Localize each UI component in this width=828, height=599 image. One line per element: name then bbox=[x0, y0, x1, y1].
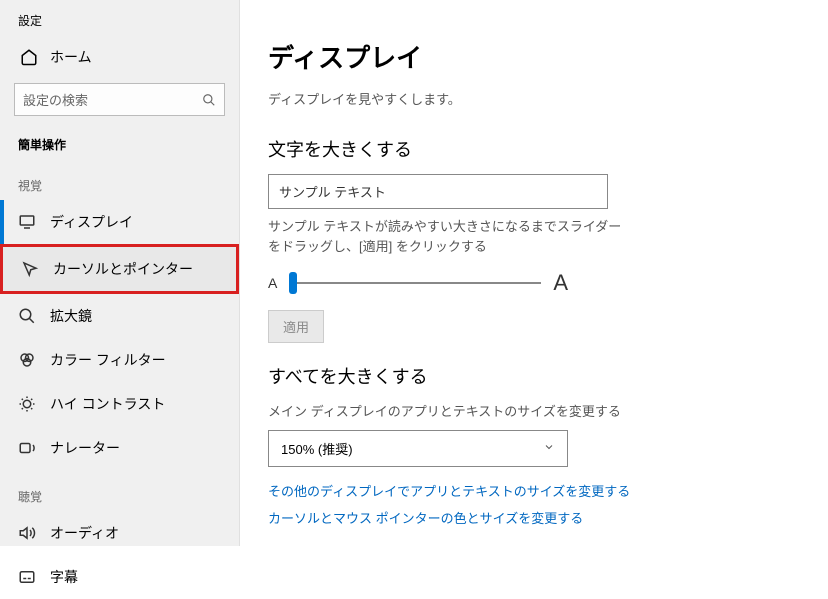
sidebar: 設定 ホーム 設定の検索 簡単操作 視覚 ディスプレイ カーソルとポインター 拡… bbox=[0, 0, 240, 546]
big-a-label: A bbox=[553, 270, 568, 296]
subtitles-icon bbox=[18, 568, 36, 586]
section-scale: すべてを大きくする bbox=[268, 363, 800, 389]
sidebar-item-label: ディスプレイ bbox=[50, 212, 133, 232]
slider-track[interactable] bbox=[289, 282, 541, 284]
scale-hint: メイン ディスプレイのアプリとテキストのサイズを変更する bbox=[268, 401, 800, 420]
sidebar-item-cursor[interactable]: カーソルとポインター bbox=[0, 244, 239, 294]
sidebar-item-label: ナレーター bbox=[50, 438, 120, 458]
sample-text-input[interactable]: サンプル テキスト bbox=[268, 174, 608, 209]
sidebar-item-label: ハイ コントラスト bbox=[50, 394, 165, 414]
page-title: ディスプレイ bbox=[268, 38, 800, 75]
colorfilter-icon bbox=[18, 351, 36, 369]
sidebar-item-label: 字幕 bbox=[50, 567, 78, 587]
group-audio: 聴覚 bbox=[0, 470, 239, 511]
page-desc: ディスプレイを見やすくします。 bbox=[268, 89, 800, 108]
sidebar-item-audio[interactable]: オーディオ bbox=[0, 511, 239, 555]
scale-dropdown[interactable]: 150% (推奨) bbox=[268, 430, 568, 467]
search-icon bbox=[202, 93, 216, 107]
search-placeholder: 設定の検索 bbox=[23, 90, 202, 109]
slider-hint: サンプル テキストが読みやすい大きさになるまでスライダーをドラッグし、[適用] … bbox=[268, 217, 628, 256]
apply-button[interactable]: 適用 bbox=[268, 310, 324, 343]
home-button[interactable]: ホーム bbox=[0, 37, 239, 77]
sidebar-item-display[interactable]: ディスプレイ bbox=[0, 200, 239, 244]
main-panel: ディスプレイ ディスプレイを見やすくします。 文字を大きくする サンプル テキス… bbox=[240, 0, 828, 546]
link-cursor-pointer[interactable]: カーソルとマウス ポインターの色とサイズを変更する bbox=[268, 508, 800, 527]
magnifier-icon bbox=[18, 307, 36, 325]
sidebar-item-label: カーソルとポインター bbox=[53, 259, 193, 279]
cursor-icon bbox=[21, 260, 39, 278]
slider-thumb[interactable] bbox=[289, 272, 297, 294]
link-other-displays[interactable]: その他のディスプレイでアプリとテキストのサイズを変更する bbox=[268, 481, 800, 500]
small-a-label: A bbox=[268, 275, 277, 291]
home-icon bbox=[20, 48, 38, 66]
search-input[interactable]: 設定の検索 bbox=[14, 83, 225, 116]
sidebar-item-highcontrast[interactable]: ハイ コントラスト bbox=[0, 382, 239, 426]
text-size-slider[interactable]: A A bbox=[268, 270, 568, 296]
dropdown-value: 150% (推奨) bbox=[281, 439, 353, 458]
sidebar-item-colorfilter[interactable]: カラー フィルター bbox=[0, 338, 239, 382]
sidebar-item-label: カラー フィルター bbox=[50, 350, 166, 370]
group-visual: 視覚 bbox=[0, 159, 239, 200]
section-text-size: 文字を大きくする bbox=[268, 136, 800, 162]
chevron-down-icon bbox=[543, 441, 555, 456]
audio-icon bbox=[18, 524, 36, 542]
sidebar-item-label: 拡大鏡 bbox=[50, 306, 92, 326]
sidebar-item-subtitles[interactable]: 字幕 bbox=[0, 555, 239, 599]
sidebar-item-label: オーディオ bbox=[50, 523, 119, 543]
sidebar-item-narrator[interactable]: ナレーター bbox=[0, 426, 239, 470]
narrator-icon bbox=[18, 439, 36, 457]
window-title: 設定 bbox=[0, 0, 239, 37]
category-label: 簡単操作 bbox=[0, 122, 239, 159]
sidebar-item-magnifier[interactable]: 拡大鏡 bbox=[0, 294, 239, 338]
home-label: ホーム bbox=[50, 47, 92, 67]
display-icon bbox=[18, 213, 36, 231]
highcontrast-icon bbox=[18, 395, 36, 413]
